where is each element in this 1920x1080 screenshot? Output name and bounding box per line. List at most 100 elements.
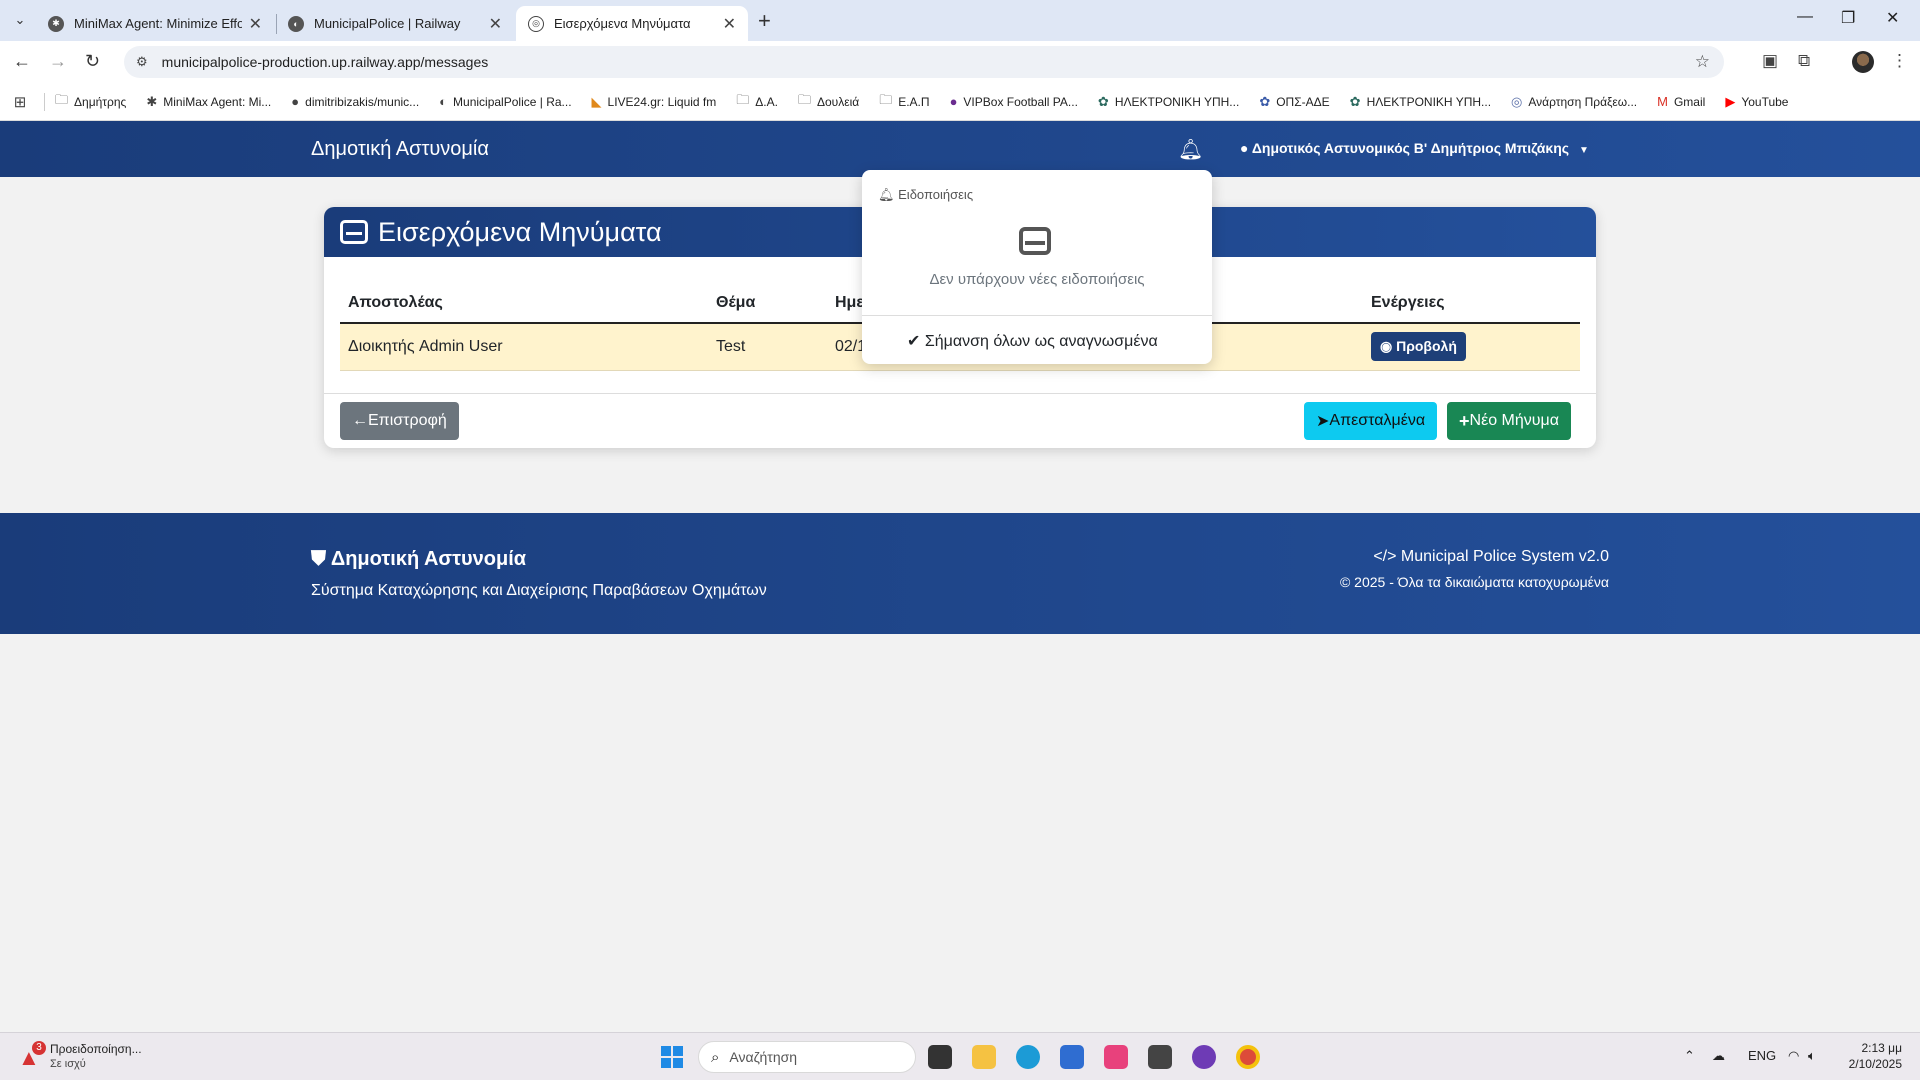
bookmark-label: Δημήτρης xyxy=(74,94,127,109)
bookmark-item[interactable]: ● VIPBox Football PA... xyxy=(950,94,1078,109)
task-view-icon[interactable] xyxy=(928,1045,952,1069)
bookmark-item[interactable]: 🗀 Ε.Α.Π xyxy=(879,91,929,113)
bookmark-item[interactable]: ● dimitribizakis/munic... xyxy=(291,94,419,109)
footer-brand: ⛊ Δημοτική Αστυνομία xyxy=(311,548,526,571)
bookmark-item[interactable]: 🗀 Δ.Α. xyxy=(736,91,778,113)
chrome-icon[interactable] xyxy=(1236,1045,1260,1069)
tab-search-chevron-icon[interactable]: ⌄ xyxy=(9,9,31,31)
youtube-icon: ▶ xyxy=(1725,93,1736,109)
store-icon[interactable] xyxy=(1060,1045,1084,1069)
address-bar[interactable]: ⚙ municipalpolice-production.up.railway.… xyxy=(124,46,1724,78)
new-tab-plus-icon[interactable]: + xyxy=(758,8,771,34)
folder-icon: 🗀 xyxy=(879,91,893,107)
profile-avatar[interactable] xyxy=(1852,51,1874,73)
bookmark-item[interactable]: ◐ MunicipalPolice | Ra... xyxy=(439,94,571,109)
apps-grid-icon[interactable]: ⊞ xyxy=(0,93,40,111)
back-arrow-icon[interactable]: ← xyxy=(13,51,31,72)
cell-sender: Διοικητής Admin User xyxy=(340,323,708,371)
start-windows-icon[interactable] xyxy=(661,1046,683,1068)
bookmark-item[interactable]: M Gmail xyxy=(1657,94,1705,109)
language-indicator[interactable]: ENG xyxy=(1748,1048,1776,1063)
page-title: Εισερχόμενα Μηνύματα xyxy=(378,216,662,247)
tab-close-icon[interactable]: ✕ xyxy=(489,14,502,34)
globe-icon: ◎ xyxy=(1511,93,1523,109)
bell-icon: 🔔︎ xyxy=(878,187,895,202)
shield-icon: ⛊ xyxy=(311,548,326,570)
tab-close-icon[interactable]: ✕ xyxy=(249,14,262,34)
cell-actions: ◉ Προβολή xyxy=(1363,323,1580,371)
bookmark-label: Gmail xyxy=(1673,94,1706,109)
bookmark-label: ΗΛΕΚΤΡΟΝΙΚΗ ΥΠΗ... xyxy=(1114,94,1240,109)
bookmark-label: Δουλειά xyxy=(816,94,860,109)
clock-time: 2:13 μμ xyxy=(1861,1041,1902,1055)
restore-icon[interactable]: ❐ xyxy=(1841,8,1855,28)
tab-close-icon[interactable]: ✕ xyxy=(723,14,736,34)
onedrive-cloud-icon[interactable]: ☁ xyxy=(1712,1048,1725,1064)
mark-all-read-label: Σήμανση όλων ως αναγνωσμένα xyxy=(924,333,1158,350)
column-header-actions: Ενέργειες xyxy=(1363,277,1580,324)
notifications-header: 🔔︎ Ειδοποιήσεις xyxy=(878,187,973,203)
bookmark-item[interactable]: ◎ Ανάρτηση Πράξεω... xyxy=(1511,94,1637,110)
bookmark-item[interactable]: ◣ LIVE24.gr: Liquid fm xyxy=(592,94,717,110)
page-footer: ⛊ Δημοτική Αστυνομία Σύστημα Καταχώρησης… xyxy=(0,513,1920,634)
bookmark-star-icon[interactable]: ☆ xyxy=(1695,52,1710,72)
view-button-label: Προβολή xyxy=(1396,338,1457,355)
extensions-puzzle-icon[interactable]: ⧉ xyxy=(1798,51,1810,71)
purple-app-icon[interactable] xyxy=(1192,1045,1216,1069)
bookmark-item[interactable]: ✿ ΗΛΕΚΤΡΟΝΙΚΗ ΥΠΗ... xyxy=(1350,94,1491,110)
notification-bell-icon[interactable]: 🔔︎ xyxy=(1178,137,1203,162)
bookmark-item[interactable]: ✱ MiniMax Agent: Mi... xyxy=(146,94,271,110)
forward-arrow-icon[interactable]: → xyxy=(49,51,67,72)
taskbar-search[interactable]: ⌕ Αναζήτηση xyxy=(698,1041,916,1073)
snipping-tool-icon[interactable] xyxy=(1104,1045,1128,1069)
bookmark-label: MunicipalPolice | Ra... xyxy=(453,94,572,109)
user-dropdown[interactable]: ● Δημοτικός Αστυνομικός Β' Δημήτριος Μπι… xyxy=(1240,140,1589,156)
new-message-button[interactable]: + Νέο Μήνυμα xyxy=(1447,402,1571,440)
notifications-title: Ειδοποιήσεις xyxy=(898,187,974,202)
view-message-button[interactable]: ◉ Προβολή xyxy=(1371,332,1466,362)
gmail-icon: M xyxy=(1657,94,1668,109)
code-icon: </> xyxy=(1373,548,1397,565)
save-icon[interactable]: ▣ xyxy=(1762,51,1778,71)
bookmark-label: VIPBox Football PA... xyxy=(963,94,1078,109)
sent-button-label: Απεσταλμένα xyxy=(1329,412,1426,429)
volume-icon[interactable]: 🔈︎ xyxy=(1808,1048,1816,1064)
bookmark-item[interactable]: ✿ ΗΛΕΚΤΡΟΝΙΚΗ ΥΠΗ... xyxy=(1098,94,1239,110)
bookmark-item[interactable]: 🗀 Δουλειά xyxy=(798,91,859,113)
tab-inbox[interactable]: ◎ Εισερχόμενα Μηνύματα ✕ xyxy=(516,6,748,41)
no-notifications-text: Δεν υπάρχουν νέες ειδοποιήσεις xyxy=(929,271,1145,288)
tab-title: MunicipalPolice | Railway xyxy=(314,16,461,31)
warning-title[interactable]: Προειδοποίηση... xyxy=(50,1042,142,1056)
more-menu-icon[interactable]: ⋮ xyxy=(1891,51,1908,71)
bookmark-item[interactable]: 🗀 Δημήτρης xyxy=(55,91,126,113)
reload-icon[interactable]: ↻ xyxy=(85,51,100,72)
plus-icon: + xyxy=(1459,410,1470,431)
edge-icon[interactable] xyxy=(1016,1045,1040,1069)
tab-minimax[interactable]: ✱ MiniMax Agent: Minimize Effort ✕ xyxy=(36,6,274,41)
wifi-icon[interactable]: ◠ xyxy=(1788,1048,1799,1064)
tab-railway[interactable]: ◐ MunicipalPolice | Railway ✕ xyxy=(276,6,514,41)
folder-icon: 🗀 xyxy=(55,91,69,107)
bookmark-label: YouTube xyxy=(1741,94,1789,109)
bookmark-item[interactable]: ▶ YouTube xyxy=(1725,94,1788,110)
footer-copyright: © 2025 - Όλα τα δικαιώματα κατοχυρωμένα xyxy=(1339,574,1609,590)
calculator-icon[interactable] xyxy=(1148,1045,1172,1069)
minimize-icon[interactable]: — xyxy=(1797,8,1813,26)
railway-favicon-icon: ◐ xyxy=(288,15,304,32)
tray-chevron-up-icon[interactable]: ⌃ xyxy=(1684,1048,1695,1064)
sent-messages-button[interactable]: ➤ Απεσταλμένα xyxy=(1304,402,1438,440)
system-clock[interactable]: 2:13 μμ 2/10/2025 xyxy=(1849,1040,1902,1072)
check-icon: ✔ xyxy=(907,333,921,350)
back-button[interactable]: ← Επιστροφή xyxy=(340,402,459,440)
arrow-left-icon: ← xyxy=(352,412,368,429)
column-header-subject: Θέμα xyxy=(708,277,827,324)
caret-down-icon: ▼ xyxy=(1578,145,1589,156)
inbox-card-footer: ← Επιστροφή ➤ Απεσταλμένα + Νέο Μήνυμα xyxy=(324,393,1596,448)
bookmark-item[interactable]: ✿ ΟΠΣ-ΑΔΕ xyxy=(1259,94,1329,110)
file-explorer-icon[interactable] xyxy=(972,1045,996,1069)
site-info-icon[interactable]: ⚙ xyxy=(136,54,148,70)
mark-all-read-button[interactable]: ✔ Σήμανση όλων ως αναγνωσμένα xyxy=(907,331,1158,351)
bookmark-label: Ανάρτηση Πράξεω... xyxy=(1528,94,1638,109)
close-window-icon[interactable]: ✕ xyxy=(1886,8,1899,28)
navbar-brand[interactable]: Δημοτική Αστυνομία xyxy=(311,138,489,161)
